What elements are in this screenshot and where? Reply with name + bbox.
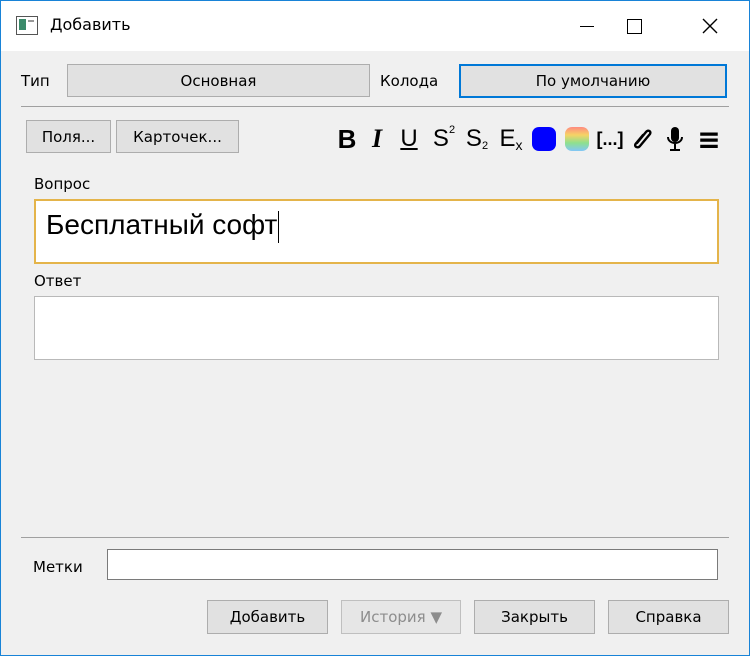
clear-format-mark: x — [515, 137, 523, 153]
maximize-button[interactable] — [611, 1, 657, 51]
note-type-button[interactable]: Основная — [67, 64, 370, 97]
format-toolbar: B I U S2 S2 Ex [...] ≡ — [334, 121, 729, 157]
microphone-icon — [667, 127, 683, 151]
gradient-color-icon — [565, 127, 589, 151]
footer-divider — [21, 537, 729, 538]
cloze-button[interactable]: [...] — [596, 121, 624, 157]
attach-button[interactable] — [629, 121, 655, 157]
subscript-letter: S — [465, 125, 482, 152]
field-label-answer: Ответ — [34, 272, 82, 290]
clear-format-letter: E — [499, 125, 516, 152]
question-value: Бесплатный софт — [46, 209, 278, 240]
add-dialog-window: Добавить Тип Основная Колода По умолчани… — [0, 0, 750, 656]
superscript-mark: 2 — [448, 124, 456, 136]
question-field[interactable]: Бесплатный софт — [34, 199, 719, 264]
answer-field[interactable] — [34, 296, 719, 360]
close-window-button[interactable] — [687, 1, 733, 51]
type-label: Тип — [21, 72, 50, 90]
minimize-button[interactable] — [564, 1, 610, 51]
tags-label: Метки — [33, 558, 83, 576]
minimize-icon — [580, 25, 594, 27]
superscript-letter: S — [432, 125, 449, 152]
highlight-color-button[interactable] — [564, 121, 590, 157]
maximize-icon — [626, 18, 642, 34]
app-icon — [16, 16, 38, 35]
field-label-question: Вопрос — [34, 175, 91, 193]
history-button[interactable]: История ▼ — [341, 600, 461, 634]
menu-icon[interactable]: ≡ — [696, 121, 722, 157]
paperclip-icon — [633, 129, 652, 149]
superscript-button[interactable]: S2 — [430, 121, 458, 157]
clear-format-button[interactable]: Ex — [497, 121, 525, 157]
question-field-text: Бесплатный софт — [46, 209, 280, 243]
subscript-mark: 2 — [481, 140, 489, 152]
cards-button[interactable]: Карточек... — [116, 120, 239, 153]
add-button[interactable]: Добавить — [207, 600, 328, 634]
header-divider — [21, 106, 729, 107]
deck-label: Колода — [380, 72, 439, 90]
deck-button[interactable]: По умолчанию — [459, 64, 727, 98]
tags-input[interactable] — [107, 549, 718, 580]
record-audio-button[interactable] — [662, 121, 688, 157]
window-title: Добавить — [50, 15, 131, 34]
text-color-button[interactable] — [531, 121, 557, 157]
help-button[interactable]: Справка — [608, 600, 729, 634]
underline-button[interactable]: U — [397, 121, 421, 157]
text-caret — [278, 210, 280, 243]
subscript-button[interactable]: S2 — [463, 121, 491, 157]
italic-button[interactable]: I — [368, 121, 386, 157]
fields-button[interactable]: Поля... — [26, 120, 111, 153]
bold-button[interactable]: B — [334, 121, 360, 157]
title-bar: Добавить — [1, 1, 749, 51]
color-swatch-icon — [532, 127, 556, 151]
close-icon — [702, 18, 718, 34]
close-button[interactable]: Закрыть — [474, 600, 595, 634]
